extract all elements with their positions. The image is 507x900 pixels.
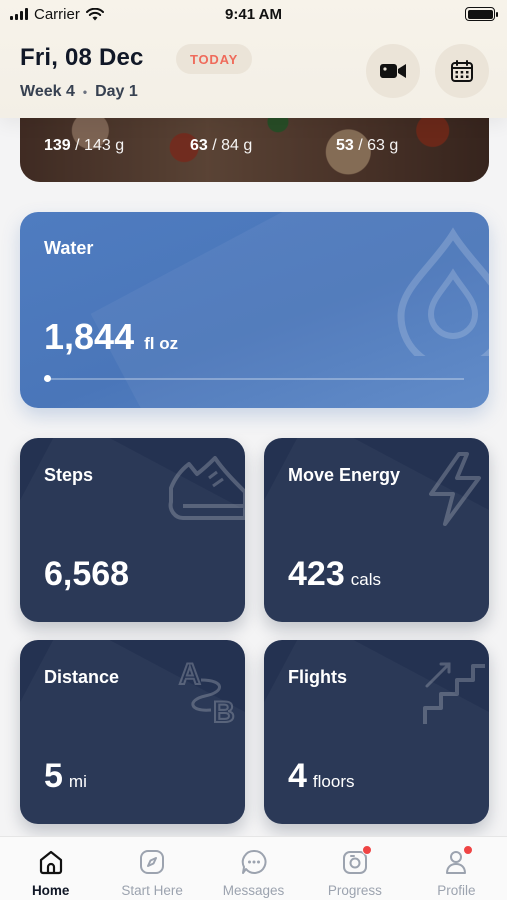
calendar-button[interactable] xyxy=(435,44,489,98)
battery-icon xyxy=(465,7,498,21)
video-camera-icon xyxy=(380,64,406,78)
move-energy-value: 423 cals xyxy=(288,555,381,594)
steps-card[interactable]: Steps 6,568 xyxy=(20,438,245,622)
compass-icon xyxy=(137,847,167,877)
user-icon xyxy=(441,845,474,877)
water-value: 1,844 fl oz xyxy=(44,316,178,358)
flights-unit: floors xyxy=(312,772,355,791)
video-button[interactable] xyxy=(366,44,420,98)
carrier-info: Carrier xyxy=(10,6,104,23)
a-to-b-icon: A B xyxy=(178,657,236,730)
water-card[interactable]: Water 1,844 fl oz xyxy=(20,212,489,408)
water-amount: 1,844 xyxy=(44,316,135,357)
tab-bar: Home Start Here Messages Progress Profil… xyxy=(0,836,507,900)
sneaker-icon xyxy=(168,456,245,520)
water-drop-icon xyxy=(397,227,489,356)
wifi-icon xyxy=(85,7,104,20)
week-day-info: Week 4 • Day 1 xyxy=(20,83,138,101)
svg-text:B: B xyxy=(213,696,235,729)
week-label: Week 4 xyxy=(20,83,75,100)
water-progress-bar xyxy=(44,375,464,382)
today-badge[interactable]: TODAY xyxy=(176,44,253,74)
tab-label: Home xyxy=(31,883,70,898)
camera-icon xyxy=(340,845,372,877)
tab-label: Progress xyxy=(327,883,382,898)
tab-profile[interactable]: Profile xyxy=(406,837,507,900)
tab-label: Profile xyxy=(437,883,476,898)
day-label: Day 1 xyxy=(95,83,138,100)
tab-progress[interactable]: Progress xyxy=(304,837,405,900)
distance-value: 5 mi xyxy=(44,757,87,796)
tab-home[interactable]: Home xyxy=(0,837,101,900)
flights-title: Flights xyxy=(288,667,347,687)
separator: • xyxy=(82,85,88,99)
page-title: Fri, 08 Dec xyxy=(20,44,144,71)
notification-badge xyxy=(463,845,474,855)
steps-number: 6,568 xyxy=(44,555,130,593)
water-title: Water xyxy=(44,238,94,258)
carrier-name: Carrier xyxy=(34,5,80,23)
header: Carrier 9:41 AM Fri, 08 Dec TODAY Week 4… xyxy=(0,0,507,118)
tab-messages[interactable]: Messages xyxy=(203,837,304,900)
move-energy-unit: cals xyxy=(350,570,381,589)
move-energy-card[interactable]: Move Energy 423 cals xyxy=(264,438,489,622)
macro-value: 53 / 63 g xyxy=(336,137,399,154)
move-energy-number: 423 xyxy=(288,555,345,593)
tab-start-here[interactable]: Start Here xyxy=(101,837,202,900)
chat-icon xyxy=(239,847,269,877)
tab-label: Start Here xyxy=(121,883,183,898)
notification-badge xyxy=(361,845,372,855)
calendar-icon xyxy=(451,60,473,82)
steps-value: 6,568 xyxy=(44,555,129,594)
flights-card[interactable]: Flights 4 floors xyxy=(264,640,489,824)
distance-title: Distance xyxy=(44,667,120,687)
distance-number: 5 xyxy=(44,757,63,795)
tab-label: Messages xyxy=(222,883,285,898)
clock: 9:41 AM xyxy=(225,5,282,23)
water-progress-handle xyxy=(44,375,51,382)
stairs-icon xyxy=(423,662,485,724)
flights-number: 4 xyxy=(288,757,307,795)
lightning-icon xyxy=(429,452,481,526)
flights-value: 4 floors xyxy=(288,757,355,796)
svg-text:A: A xyxy=(179,658,201,691)
home-icon xyxy=(36,847,66,877)
status-bar: Carrier 9:41 AM xyxy=(0,0,507,28)
macro-value: 139 / 143 g xyxy=(44,137,125,154)
water-unit: fl oz xyxy=(144,334,179,353)
distance-unit: mi xyxy=(68,772,87,791)
signal-icon xyxy=(10,8,28,20)
distance-card[interactable]: Distance A B 5 mi xyxy=(20,640,245,824)
steps-title: Steps xyxy=(44,465,94,485)
macro-value: 63 / 84 g xyxy=(190,137,253,154)
move-energy-title: Move Energy xyxy=(288,465,401,485)
